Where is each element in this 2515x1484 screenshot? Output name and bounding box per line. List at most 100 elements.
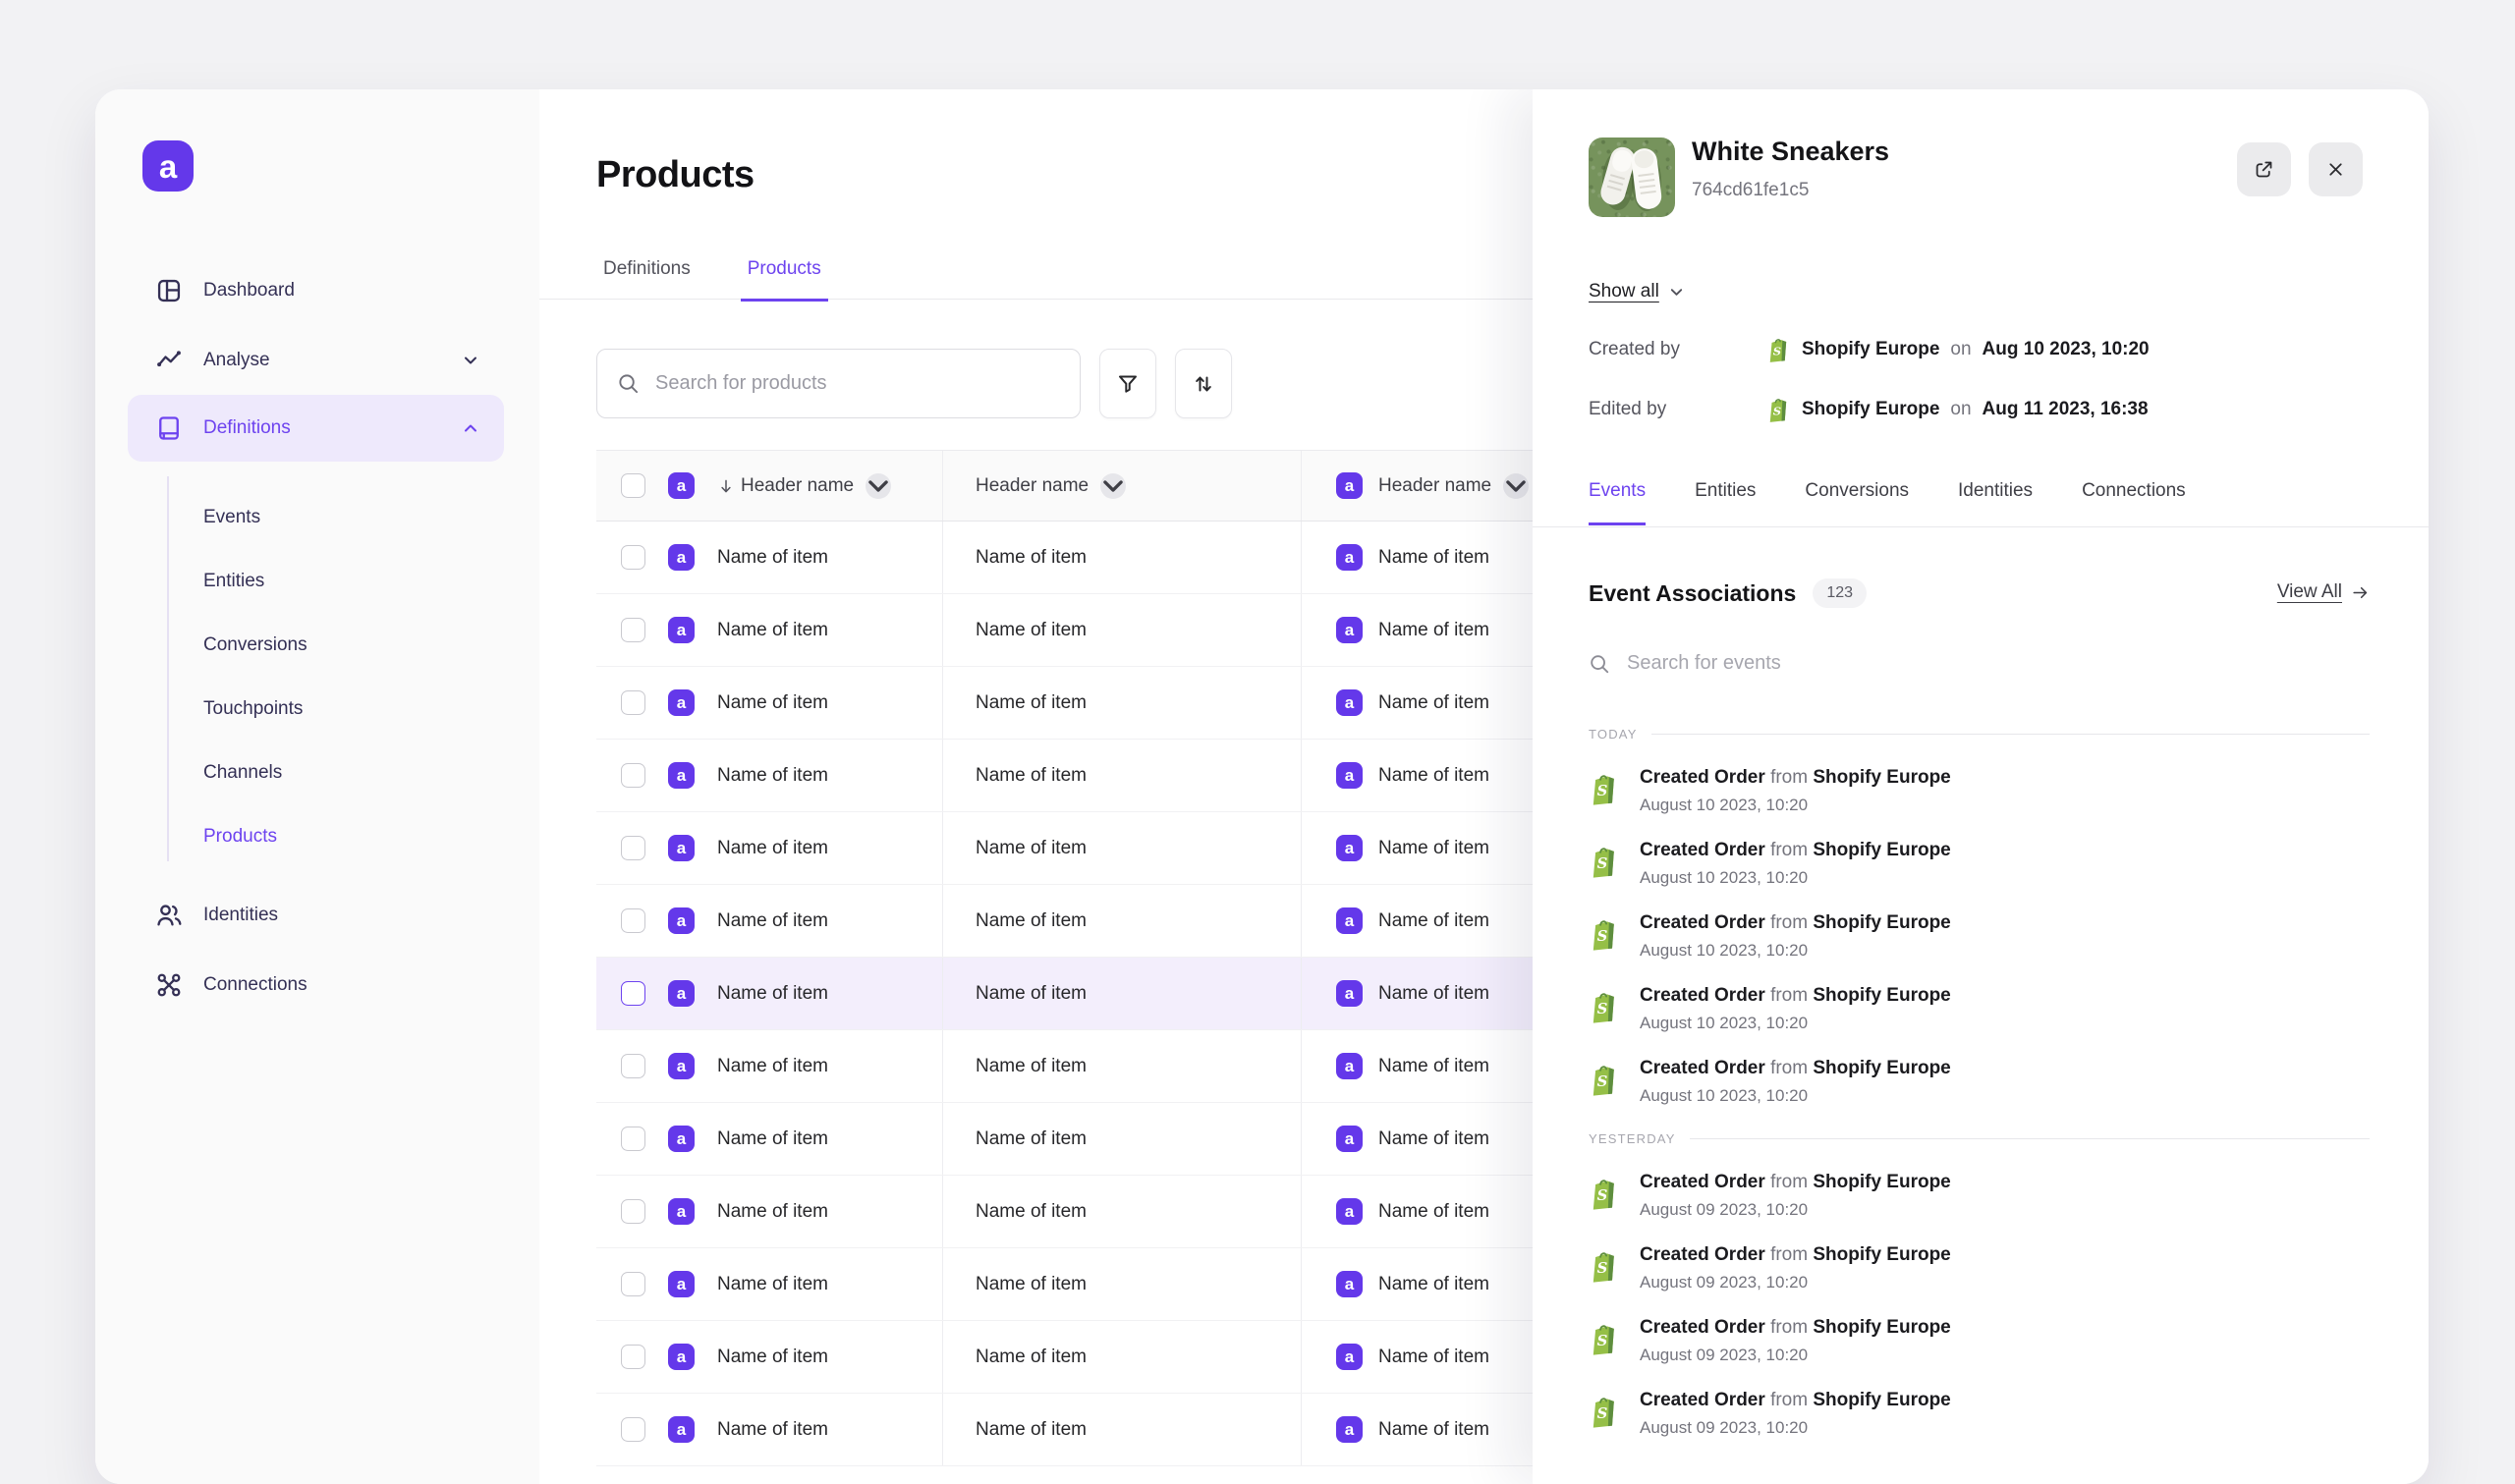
event-from: from bbox=[1770, 985, 1808, 1006]
row-checkbox[interactable] bbox=[621, 1345, 645, 1369]
app-badge-icon: a bbox=[1336, 762, 1363, 789]
column-menu-button[interactable] bbox=[1503, 473, 1529, 499]
app-badge-icon: a bbox=[668, 472, 695, 499]
row-checkbox[interactable] bbox=[621, 1199, 645, 1224]
cell-text: Name of item bbox=[717, 983, 828, 1005]
sidebar-item-analyse[interactable]: Analyse bbox=[95, 343, 539, 378]
detail-panel: White Sneakers 764cd61fe1c5 Show all Cre… bbox=[1533, 89, 2429, 1484]
event-date: August 09 2023, 10:20 bbox=[1640, 1346, 1951, 1365]
product-image bbox=[1589, 137, 1675, 217]
sidebar-item-products[interactable]: Products bbox=[95, 819, 539, 854]
app-badge-icon: a bbox=[668, 617, 695, 643]
event-source: Shopify Europe bbox=[1813, 767, 1950, 788]
event-list-item[interactable]: SCreated Order from Shopify EuropeAugust… bbox=[1589, 840, 2370, 887]
panel-tab-events[interactable]: Events bbox=[1589, 480, 1646, 525]
event-list-item[interactable]: SCreated Order from Shopify EuropeAugust… bbox=[1589, 1390, 2370, 1437]
row-checkbox[interactable] bbox=[621, 908, 645, 933]
table-cell: Name of item bbox=[943, 740, 1302, 811]
sidebar-item-identities[interactable]: Identities bbox=[95, 898, 539, 933]
event-list-item[interactable]: SCreated Order from Shopify EuropeAugust… bbox=[1589, 1244, 2370, 1292]
toolbar bbox=[596, 349, 1232, 418]
show-all-toggle[interactable]: Show all bbox=[1589, 281, 1684, 302]
svg-text:S: S bbox=[1773, 404, 1781, 417]
sidebar-subitem-label: Conversions bbox=[203, 634, 307, 656]
panel-tabbar: Events Entities Conversions Identities Conne… bbox=[1589, 480, 2186, 525]
row-checkbox[interactable] bbox=[621, 545, 645, 570]
search-icon bbox=[1589, 653, 1610, 675]
sidebar-item-connections[interactable]: Connections bbox=[95, 967, 539, 1003]
app-badge-icon: a bbox=[668, 1344, 695, 1370]
sidebar-item-dashboard[interactable]: Dashboard bbox=[95, 273, 539, 308]
sort-button[interactable] bbox=[1175, 349, 1232, 418]
event-timeline: TODAYSCreated Order from Shopify EuropeA… bbox=[1589, 726, 2370, 1437]
filter-button[interactable] bbox=[1099, 349, 1156, 418]
column-menu-button[interactable] bbox=[866, 473, 891, 499]
row-checkbox[interactable] bbox=[621, 763, 645, 788]
svg-text:S: S bbox=[1597, 1404, 1608, 1422]
app-badge-icon: a bbox=[1336, 1344, 1363, 1370]
meta-row-edited-by: Edited bySShopify EuropeonAug 11 2023, 1… bbox=[1589, 395, 2370, 423]
open-external-button[interactable] bbox=[2237, 142, 2291, 196]
table-cell: Name of item bbox=[943, 1030, 1302, 1102]
cell-text: Name of item bbox=[1378, 620, 1489, 641]
column-menu-button[interactable] bbox=[1100, 473, 1126, 499]
event-list-item[interactable]: SCreated Order from Shopify EuropeAugust… bbox=[1589, 1058, 2370, 1105]
event-list-item[interactable]: SCreated Order from Shopify EuropeAugust… bbox=[1589, 1172, 2370, 1219]
close-panel-button[interactable] bbox=[2309, 142, 2363, 196]
table-cell: Name of item bbox=[943, 1248, 1302, 1320]
event-list-item[interactable]: SCreated Order from Shopify EuropeAugust… bbox=[1589, 1317, 2370, 1364]
select-all-checkbox[interactable] bbox=[621, 473, 645, 498]
event-search[interactable] bbox=[1589, 651, 2370, 676]
event-title: Created Order bbox=[1640, 1172, 1765, 1192]
sidebar-item-conversions[interactable]: Conversions bbox=[95, 628, 539, 663]
row-checkbox[interactable] bbox=[621, 836, 645, 860]
sidebar-item-definitions[interactable]: Definitions bbox=[95, 411, 539, 446]
event-list-item[interactable]: SCreated Order from Shopify EuropeAugust… bbox=[1589, 985, 2370, 1032]
sidebar-item-touchpoints[interactable]: Touchpoints bbox=[95, 691, 539, 727]
tab-products[interactable]: Products bbox=[741, 258, 828, 302]
row-checkbox[interactable] bbox=[621, 618, 645, 642]
row-checkbox[interactable] bbox=[621, 981, 645, 1006]
shopify-icon: S bbox=[1589, 1393, 1620, 1429]
table-cell: Name of item bbox=[943, 885, 1302, 957]
cell-text: Name of item bbox=[976, 983, 1087, 1005]
sidebar-item-events[interactable]: Events bbox=[95, 500, 539, 535]
app-badge-icon: a bbox=[1336, 835, 1363, 861]
app-badge-icon: a bbox=[668, 1198, 695, 1225]
shopify-icon: S bbox=[1589, 770, 1620, 806]
event-source: Shopify Europe bbox=[1813, 1390, 1950, 1410]
group-label-text: TODAY bbox=[1589, 727, 1638, 742]
event-list-item[interactable]: SCreated Order from Shopify EuropeAugust… bbox=[1589, 912, 2370, 960]
sidebar-item-entities[interactable]: Entities bbox=[95, 564, 539, 599]
row-checkbox[interactable] bbox=[621, 1417, 645, 1442]
meta-row-created-by: Created bySShopify EuropeonAug 10 2023, … bbox=[1589, 335, 2370, 363]
event-title: Created Order bbox=[1640, 767, 1765, 788]
sidebar-item-channels[interactable]: Channels bbox=[95, 755, 539, 791]
cell-text: Name of item bbox=[1378, 983, 1489, 1005]
event-date: August 10 2023, 10:20 bbox=[1640, 868, 1951, 888]
column-header-label: Header name bbox=[1378, 475, 1491, 497]
tab-definitions[interactable]: Definitions bbox=[596, 258, 698, 302]
row-checkbox[interactable] bbox=[621, 1127, 645, 1151]
timeline-group-label: TODAY bbox=[1589, 726, 2370, 742]
panel-tab-entities[interactable]: Entities bbox=[1695, 480, 1756, 525]
product-search-input[interactable] bbox=[653, 371, 1060, 396]
row-checkbox[interactable] bbox=[621, 1272, 645, 1296]
view-all-link[interactable]: View All bbox=[2277, 581, 2370, 603]
table-cell: aName of item bbox=[596, 594, 943, 666]
row-checkbox[interactable] bbox=[621, 690, 645, 715]
panel-tab-connections[interactable]: Connections bbox=[2082, 480, 2186, 525]
panel-tab-conversions[interactable]: Conversions bbox=[1805, 480, 1909, 525]
row-checkbox[interactable] bbox=[621, 1054, 645, 1078]
column-header-label: Header name bbox=[741, 475, 854, 497]
panel-tab-identities[interactable]: Identities bbox=[1958, 480, 2033, 525]
associations-count-badge: 123 bbox=[1813, 578, 1867, 608]
shopify-icon: S bbox=[1766, 335, 1791, 363]
event-text: Created Order from Shopify EuropeAugust … bbox=[1640, 1244, 1951, 1292]
show-all-label: Show all bbox=[1589, 281, 1659, 302]
event-search-input[interactable] bbox=[1625, 651, 2370, 676]
event-list-item[interactable]: SCreated Order from Shopify EuropeAugust… bbox=[1589, 767, 2370, 814]
svg-text:S: S bbox=[1597, 1072, 1608, 1090]
cell-text: Name of item bbox=[1378, 838, 1489, 859]
product-search[interactable] bbox=[596, 349, 1081, 418]
